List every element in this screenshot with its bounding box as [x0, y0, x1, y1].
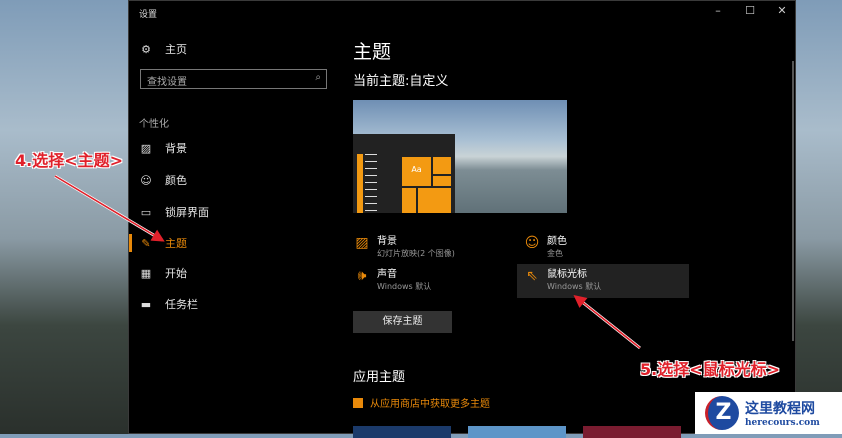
logo-name: 这里教程网: [745, 401, 815, 417]
annotation-step4: 4.选择<主题>: [15, 151, 124, 170]
logo-url: herecours.com: [745, 418, 820, 428]
logo-mark: Z: [705, 396, 739, 430]
annotation-step5: 5.选择<鼠标光标>: [640, 360, 781, 379]
arrow-step4: [54, 175, 165, 242]
arrow-step5: [573, 295, 641, 349]
watermark-logo: Z 这里教程网 herecours.com: [695, 392, 842, 434]
